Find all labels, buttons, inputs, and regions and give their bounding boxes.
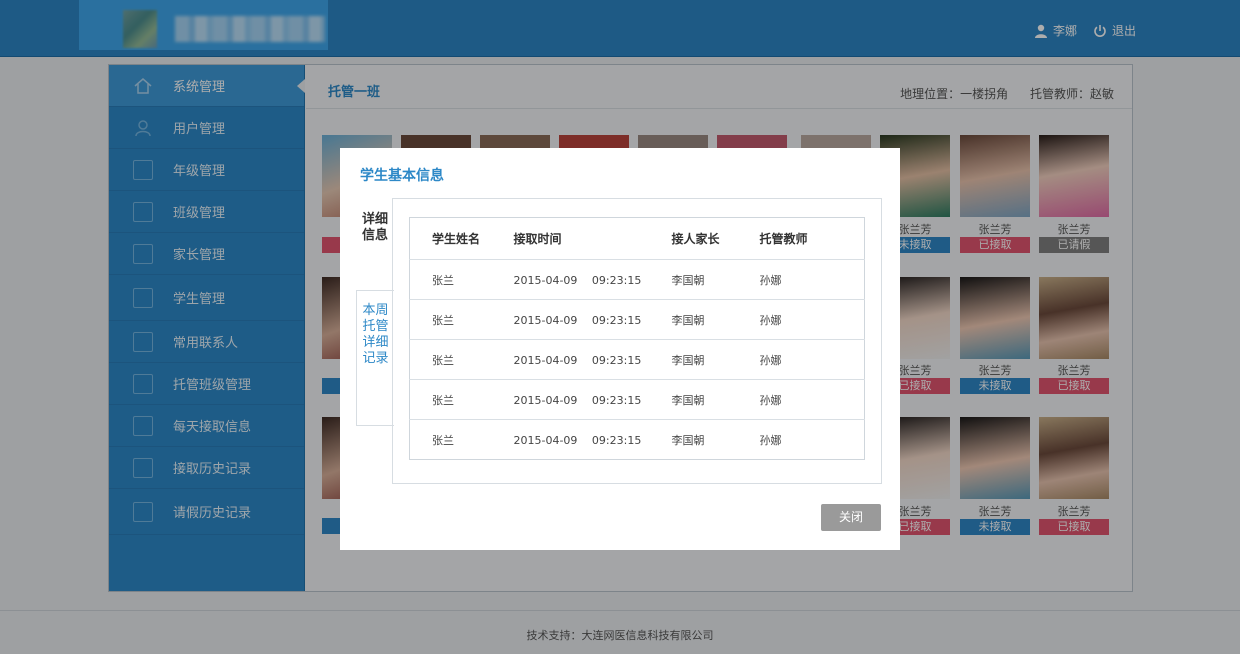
cell-student-name: 张兰 (409, 339, 514, 380)
table-row: 张兰 2015-04-09 09:23:15 李国朝 孙娜 (409, 299, 865, 340)
cell-parent: 李国朝 (671, 299, 760, 340)
table-row: 张兰 2015-04-09 09:23:15 李国朝 孙娜 (409, 259, 865, 300)
tab-detail-info[interactable]: 详细信息 (356, 212, 394, 288)
student-info-modal: 学生基本信息 详细信息 本周托管详细记录 学生姓名 接取时间 接人家长 托管教师… (340, 148, 900, 550)
record-table: 学生姓名 接取时间 接人家长 托管教师 张兰 2015-04-09 09:23:… (409, 217, 865, 460)
cell-parent: 李国朝 (671, 379, 760, 420)
cell-parent: 李国朝 (671, 259, 760, 300)
table-header-row: 学生姓名 接取时间 接人家长 托管教师 (409, 217, 865, 260)
cell-teacher: 孙娜 (759, 259, 865, 300)
modal-title: 学生基本信息 (360, 168, 444, 184)
cell-student-name: 张兰 (409, 299, 514, 340)
table-row: 张兰 2015-04-09 09:23:15 李国朝 孙娜 (409, 339, 865, 380)
record-panel: 学生姓名 接取时间 接人家长 托管教师 张兰 2015-04-09 09:23:… (392, 198, 882, 484)
table-row: 张兰 2015-04-09 09:23:15 李国朝 孙娜 (410, 420, 865, 460)
cell-teacher: 孙娜 (759, 433, 782, 447)
cell-teacher: 孙娜 (759, 379, 865, 420)
cell-teacher: 孙娜 (759, 339, 865, 380)
cell-pickup-time: 2015-04-09 09:23:15 (513, 339, 672, 380)
cell-student-name: 张兰 (409, 259, 514, 300)
table-row: 张兰 2015-04-09 09:23:15 李国朝 孙娜 (409, 379, 865, 420)
cell-teacher: 孙娜 (759, 299, 865, 340)
cell-pickup-time: 2015-04-09 09:23:15 (513, 299, 672, 340)
cell-parent: 李国朝 (671, 339, 760, 380)
column-header: 接人家长 (671, 217, 760, 260)
cell-student-name: 张兰 (432, 433, 454, 447)
cell-parent: 李国朝 (671, 433, 705, 447)
cell-student-name: 张兰 (409, 379, 514, 420)
cell-pickup-time: 2015-04-09 09:23:15 (513, 433, 642, 447)
cell-pickup-time: 2015-04-09 09:23:15 (513, 259, 672, 300)
column-header: 接取时间 (513, 217, 672, 260)
cell-pickup-time: 2015-04-09 09:23:15 (513, 379, 672, 420)
column-header: 托管教师 (759, 217, 865, 260)
close-button[interactable]: 关闭 (821, 504, 881, 531)
tab-weekly-record[interactable]: 本周托管详细记录 (356, 290, 394, 426)
column-header: 学生姓名 (409, 217, 514, 260)
